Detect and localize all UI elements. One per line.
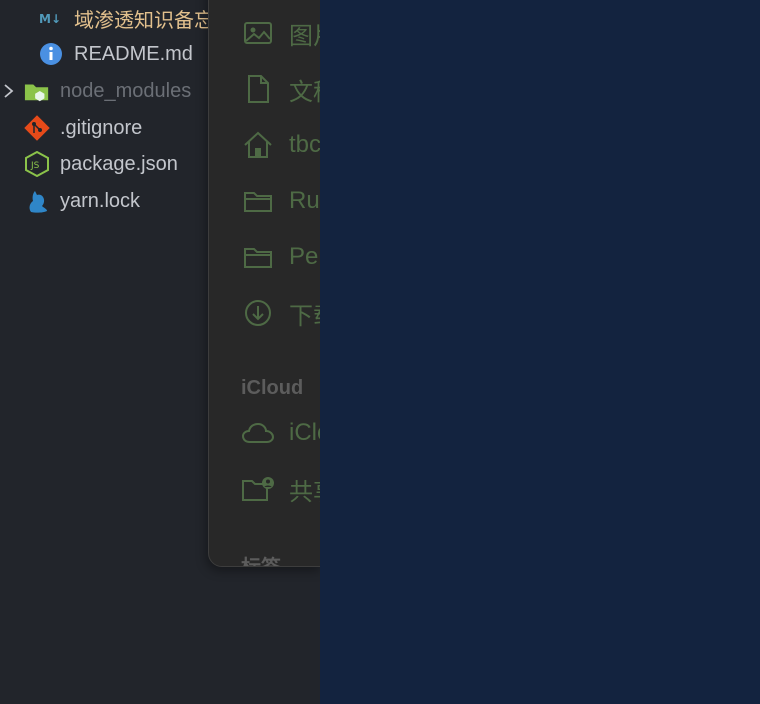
nodejs-icon: JS bbox=[24, 151, 50, 177]
tree-item-label: README.md bbox=[74, 42, 193, 65]
sidebar-item-label: iCloud bbox=[289, 419, 321, 446]
download-icon bbox=[241, 296, 275, 330]
sidebar-item-folder-pe[interactable]: Pe bbox=[241, 237, 318, 277]
section-header-icloud: iCloud bbox=[241, 377, 304, 399]
tree-item-label: node_modules bbox=[60, 79, 192, 102]
svg-text:JS: JS bbox=[30, 161, 40, 171]
sidebar-item-label: 下载 bbox=[289, 302, 321, 330]
tree-item-yarn-lock[interactable]: yarn.lock bbox=[24, 186, 140, 216]
editor-background bbox=[320, 0, 760, 704]
git-icon bbox=[24, 115, 50, 141]
tree-item-node-modules[interactable]: node_modules bbox=[24, 76, 191, 106]
sidebar-item-label: 共享 bbox=[289, 478, 321, 506]
finder-sidebar: 图片 文稿 tbc Ru Pe 下载 iCloud iCl bbox=[208, 0, 322, 567]
photo-icon bbox=[241, 16, 275, 50]
sidebar-item-downloads[interactable]: 下载 bbox=[241, 293, 321, 333]
tree-item-readme[interactable]: README.md bbox=[38, 39, 193, 69]
markdown-icon: M↓ bbox=[38, 5, 64, 31]
sidebar-item-documents[interactable]: 文稿 bbox=[241, 69, 321, 109]
sidebar-item-label: tbc bbox=[289, 131, 322, 158]
tree-item-markdown-file[interactable]: M↓ 域渗透知识备忘 bbox=[38, 3, 214, 33]
folder-icon bbox=[24, 78, 50, 104]
sidebar-item-label: 文稿 bbox=[289, 78, 321, 106]
chevron-right-icon[interactable] bbox=[2, 83, 16, 99]
cloud-icon bbox=[241, 416, 275, 450]
sidebar-item-label: Pe bbox=[289, 243, 319, 270]
sidebar-item-label: Ru bbox=[289, 187, 320, 214]
tree-item-label: package.json bbox=[60, 152, 178, 175]
home-icon bbox=[241, 128, 275, 162]
sidebar-item-label: 图片 bbox=[289, 22, 321, 50]
info-icon bbox=[38, 41, 64, 67]
tree-item-label: yarn.lock bbox=[60, 189, 141, 212]
yarn-icon bbox=[24, 188, 50, 214]
tree-item-label: 域渗透知识备忘 bbox=[74, 9, 214, 32]
tree-item-package-json[interactable]: JS package.json bbox=[24, 149, 178, 179]
tree-item-gitignore[interactable]: .gitignore bbox=[24, 113, 142, 143]
sidebar-item-home[interactable]: tbc bbox=[241, 125, 321, 165]
document-icon bbox=[241, 72, 275, 106]
shared-folder-icon bbox=[241, 472, 275, 506]
svg-text:M↓: M↓ bbox=[39, 12, 61, 25]
sidebar-item-pictures[interactable]: 图片 bbox=[241, 13, 321, 53]
sidebar-item-folder-ru[interactable]: Ru bbox=[241, 181, 320, 221]
folder-icon bbox=[241, 184, 275, 218]
sidebar-item-shared[interactable]: 共享 bbox=[241, 469, 321, 509]
sidebar-item-icloud-drive[interactable]: iCloud bbox=[241, 413, 321, 453]
tree-item-label: .gitignore bbox=[60, 116, 143, 139]
folder-icon bbox=[241, 240, 275, 274]
section-header-tags: 标签 bbox=[241, 551, 281, 566]
